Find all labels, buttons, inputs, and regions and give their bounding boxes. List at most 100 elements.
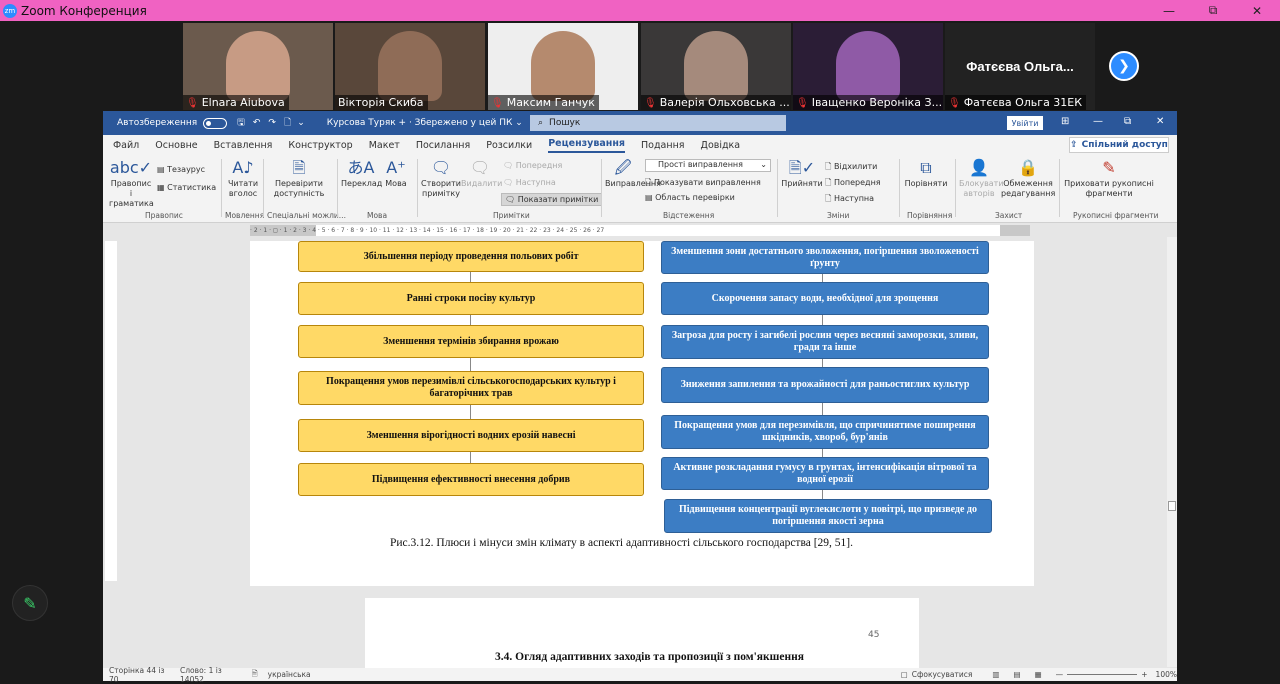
group-speech: Мовлення — [225, 211, 265, 220]
next-change-button[interactable]: 🗋 Наступна — [825, 193, 874, 207]
tab-2[interactable]: Вставлення — [214, 140, 273, 151]
thesaurus-button[interactable]: ▤ Тезаурус — [157, 165, 205, 174]
language-icon: A⁺ — [386, 158, 406, 177]
focus-icon[interactable]: ▢ — [901, 670, 908, 679]
tab-1[interactable]: Основне — [155, 140, 197, 151]
next-comment-button[interactable]: 🗨 Наступна — [503, 178, 556, 187]
search-box[interactable]: ⌕ Пошук — [530, 115, 786, 131]
review-ribbon: abc✓ Правопис і граматика ▤ Тезаурус ▦ Ст… — [103, 155, 1177, 223]
reject-button[interactable]: 🗋 Відхилити — [825, 161, 877, 175]
statistics-button[interactable]: ▦ Статистика — [157, 183, 216, 192]
search-icon: ⌕ — [538, 118, 544, 128]
zoom-out-icon[interactable]: — — [1056, 670, 1064, 679]
zoom-slider[interactable] — [1067, 674, 1138, 675]
read-aloud-button[interactable]: A♪ Читати вголос — [225, 159, 261, 199]
document-title[interactable]: Курсова Туряк + · Збережено у цей ПК ⌄ — [327, 118, 523, 128]
previous-comment-button[interactable]: 🗨 Попередня — [503, 161, 562, 170]
check-accessibility-label: Перевірити доступність — [273, 179, 325, 198]
review-pane-button[interactable]: ▤ Область перевірки — [645, 193, 735, 202]
hide-ink-button[interactable]: ✎ Приховати рукописні фрагменти — [1063, 159, 1155, 199]
participant-tile[interactable]: 🎙 Максим Ганчук — [488, 23, 638, 110]
separator — [1059, 159, 1060, 217]
word-minimize-icon[interactable]: — — [1093, 116, 1103, 127]
status-zoom[interactable]: 100% — [1156, 670, 1177, 679]
customize-qat-icon[interactable]: ⌄ — [297, 118, 305, 128]
participant-name: 🎙 Elnara Aiubova — [183, 95, 289, 110]
delete-comment-button[interactable]: 🗨 Видалити — [461, 159, 502, 189]
participant-video — [226, 31, 290, 101]
ink-icon: ✎ — [1102, 158, 1116, 177]
check-accessibility-button[interactable]: 🗎 Перевірити доступність — [267, 159, 331, 199]
status-language[interactable]: українська — [268, 670, 311, 679]
section-heading: 3.4. Огляд адаптивних заходів та пропози… — [495, 651, 804, 663]
ribbon-display-icon[interactable]: ⊞ — [1061, 116, 1069, 127]
participant-tile[interactable]: Вікторія Скиба — [335, 23, 485, 110]
undo-icon[interactable]: ↶ — [253, 118, 261, 128]
zoom-logo-icon: zm — [3, 3, 17, 18]
advantage-box: Зменшення вірогідності водних ерозій нав… — [298, 419, 644, 452]
group-language: Мова — [367, 211, 388, 220]
minimize-icon[interactable]: — — [1146, 0, 1192, 21]
hide-ink-label: Приховати рукописні фрагменти — [1064, 179, 1154, 198]
reject-label: Відхилити — [833, 162, 878, 171]
redo-icon[interactable]: ↷ — [268, 118, 276, 128]
new-doc-icon[interactable]: 🗋 — [284, 115, 291, 131]
translate-label: Переклад — [341, 179, 383, 188]
autosave-toggle[interactable] — [203, 117, 228, 129]
participant-tile[interactable]: 🎙 Іващенко Вероніка З... — [793, 23, 943, 110]
read-aloud-icon: A♪ — [232, 158, 254, 177]
tab-9[interactable]: Довідка — [701, 140, 741, 151]
participant-name: Вікторія Скиба — [335, 95, 428, 110]
tab-4[interactable]: Макет — [369, 140, 400, 151]
tab-7[interactable]: Рецензування — [548, 138, 626, 153]
markup-select[interactable]: Прості виправлення ⌄ — [645, 159, 771, 172]
print-layout-icon[interactable]: ▤ — [1013, 670, 1020, 679]
close-icon[interactable]: ✕ — [1234, 0, 1280, 21]
previous-change-button[interactable]: 🗋 Попередня — [825, 177, 881, 191]
word-restore-icon[interactable]: ⧉ — [1124, 116, 1131, 127]
tab-8[interactable]: Подання — [641, 140, 684, 151]
separator — [601, 159, 602, 217]
signin-button[interactable]: Увійти — [1007, 116, 1043, 130]
participant-tile[interactable]: 🎙 Elnara Aiubova — [183, 23, 333, 110]
restrict-editing-button[interactable]: 🔒 Обмеження редагування — [1001, 159, 1055, 199]
scroll-thumb[interactable] — [1168, 501, 1176, 511]
chevron-right-icon[interactable]: ❯ — [1109, 51, 1139, 81]
vertical-scrollbar[interactable] — [1167, 237, 1177, 667]
group-comments: Примітки — [493, 211, 530, 220]
previous-change-label: Попередня — [833, 178, 881, 187]
accept-button[interactable]: 🗎✓ Прийняти — [781, 159, 823, 189]
show-comments-button[interactable]: 🗨 Показати примітки — [501, 193, 603, 206]
tab-0[interactable]: Файл — [113, 140, 139, 151]
read-mode-icon[interactable]: ▥ — [992, 670, 999, 679]
tab-3[interactable]: Конструктор — [288, 140, 352, 151]
separator — [417, 159, 418, 217]
status-focus[interactable]: Сфокусуватися — [912, 670, 973, 679]
participant-name: 🎙 Фатєєва Ольга 31ЕК — [945, 95, 1087, 110]
word-close-icon[interactable]: ✕ — [1156, 116, 1164, 127]
annotate-pen-icon[interactable]: ✎ — [12, 585, 48, 621]
block-authors-button[interactable]: 👤 Блокувати авторів — [959, 159, 1004, 199]
zoom-in-icon[interactable]: + — [1141, 670, 1147, 679]
proofing-icon[interactable]: 🗎 — [252, 668, 258, 681]
group-compare: Порівняння — [907, 211, 953, 220]
tab-6[interactable]: Розсилки — [486, 140, 532, 151]
participant-tile[interactable]: 🎙 Валерія Ольховська ... — [641, 23, 791, 110]
tab-5[interactable]: Посилання — [416, 140, 470, 151]
new-comment-button[interactable]: 🗨 Створити примітку — [421, 159, 461, 199]
translate-button[interactable]: あA Переклад — [341, 159, 383, 189]
document-page[interactable]: Збільшення періоду проведення польових р… — [250, 241, 1034, 586]
show-markup-button[interactable]: 🗋 Показувати виправлення — [645, 177, 761, 191]
web-layout-icon[interactable]: ▦ — [1035, 670, 1042, 679]
compare-button[interactable]: ⧉ Порівняти — [903, 159, 949, 189]
autosave-label: Автозбереження — [117, 118, 198, 128]
language-button[interactable]: A⁺ Мова — [383, 159, 409, 189]
participant-tile[interactable]: Фатєєва Ольга... 🎙 Фатєєва Ольга 31ЕК — [945, 23, 1095, 110]
participant-name-text: Валерія Ольховська ... — [659, 96, 790, 109]
save-icon[interactable]: 🖫 — [237, 115, 245, 131]
spelling-button[interactable]: abc✓ Правопис і граматика — [109, 159, 154, 209]
thesaurus-icon: ▤ — [157, 165, 168, 174]
track-changes-button[interactable]: 🖉 Виправлення — [605, 159, 661, 189]
maximize-icon[interactable]: ⧉ — [1190, 0, 1236, 21]
share-button[interactable]: ⇪ Спільний доступ — [1069, 137, 1169, 153]
